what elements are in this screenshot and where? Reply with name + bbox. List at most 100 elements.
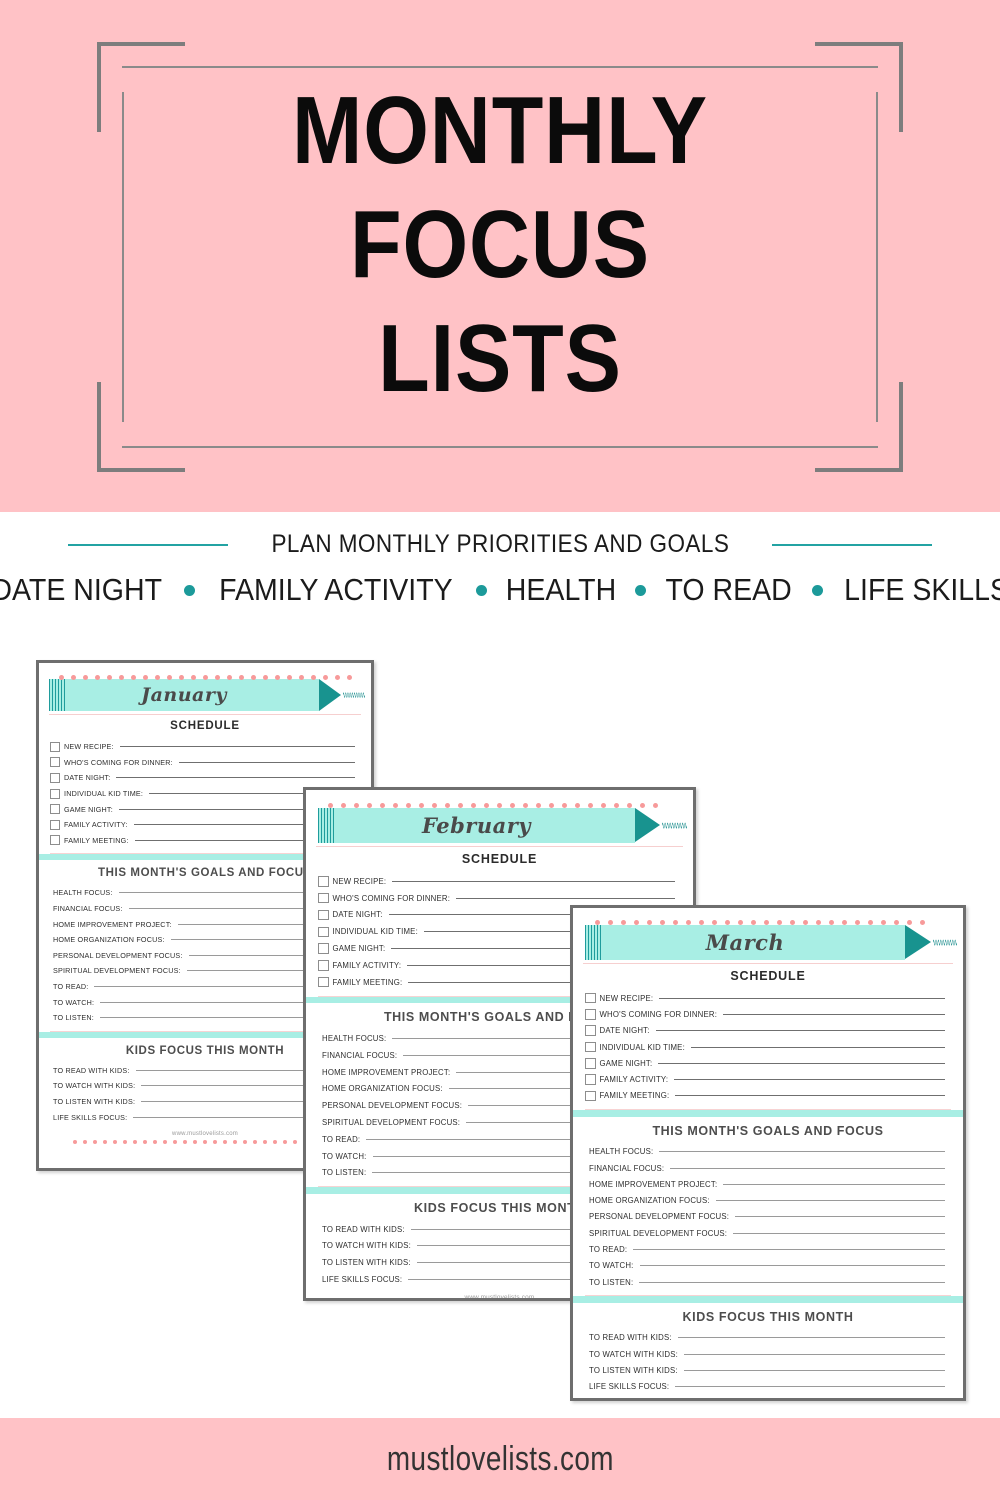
write-in-line[interactable] <box>715 1200 945 1202</box>
write-in-line[interactable] <box>178 761 355 763</box>
goals-field-list: HEALTH FOCUS: FINANCIAL FOCUS: HOME IMPROV… <box>573 1144 963 1291</box>
field-label: TO WATCH WITH KIDS: <box>322 1241 411 1251</box>
write-in-line[interactable] <box>659 997 945 999</box>
focus-row[interactable]: HOME ORGANIZATION FOCUS: <box>589 1192 949 1208</box>
checkbox[interactable] <box>318 960 329 971</box>
checkbox[interactable] <box>50 757 60 768</box>
write-in-line[interactable] <box>639 1281 945 1283</box>
write-in-line[interactable] <box>674 1079 945 1081</box>
field-label: WHO'S COMING FOR DINNER: <box>64 757 173 767</box>
checkbox[interactable] <box>585 992 596 1004</box>
focus-row[interactable]: TO LISTEN: <box>589 1274 949 1290</box>
focus-row[interactable]: TO READ WITH KIDS: <box>589 1330 949 1346</box>
write-in-line[interactable] <box>735 1216 945 1218</box>
decorative-dot-icon <box>113 1139 117 1144</box>
banner-wave-icon <box>662 822 687 829</box>
write-in-line[interactable] <box>683 1369 945 1371</box>
schedule-row[interactable]: WHO'S COMING FOR DINNER: <box>50 755 359 771</box>
field-label: FAMILY ACTIVITY: <box>332 960 402 970</box>
field-label: SPIRITUAL DEVELOPMENT FOCUS: <box>589 1228 728 1238</box>
write-in-line[interactable] <box>639 1265 945 1267</box>
decorative-dot-icon <box>133 1139 137 1144</box>
write-in-line[interactable] <box>659 1151 945 1153</box>
field-label: TO LISTEN WITH KIDS: <box>53 1096 136 1106</box>
planner-card-march[interactable]: March SCHEDULE NEW RECIPE: WHO'S COMING FOR… <box>570 905 966 1401</box>
checkbox[interactable] <box>50 819 60 830</box>
write-in-line[interactable] <box>119 746 355 748</box>
write-in-line[interactable] <box>683 1353 945 1355</box>
checkbox[interactable] <box>318 926 329 938</box>
focus-row[interactable]: LIFE SKILLS FOCUS: <box>589 1379 949 1395</box>
decorative-dot-icon <box>183 1139 187 1144</box>
decorative-dot-icon <box>173 1139 177 1144</box>
write-in-line[interactable] <box>733 1232 945 1234</box>
write-in-line[interactable] <box>456 897 675 899</box>
decorative-dot-icon <box>293 1139 297 1144</box>
field-label: TO READ WITH KIDS: <box>53 1065 130 1075</box>
field-label: LIFE SKILLS FOCUS: <box>322 1275 403 1285</box>
checkbox[interactable] <box>585 1058 596 1069</box>
write-in-line[interactable] <box>116 777 355 779</box>
schedule-row[interactable]: WHO'S COMING FOR DINNER: <box>585 1006 949 1022</box>
checkbox[interactable] <box>318 943 329 954</box>
write-in-line[interactable] <box>670 1167 945 1169</box>
checkbox[interactable] <box>50 835 60 846</box>
schedule-row[interactable]: FAMILY MEETING: <box>585 1088 949 1104</box>
field-label: TO WATCH WITH KIDS: <box>589 1349 678 1359</box>
decorative-dot-icon <box>103 1139 107 1144</box>
checkbox[interactable] <box>318 892 329 904</box>
field-label: DATE NIGHT: <box>599 1026 650 1036</box>
schedule-row[interactable]: NEW RECIPE: <box>585 990 949 1006</box>
checkbox[interactable] <box>585 1025 596 1036</box>
footer-site-label: mustlovelists.com <box>386 1439 614 1478</box>
schedule-row[interactable]: NEW RECIPE: <box>50 739 359 755</box>
kids-field-list: TO READ WITH KIDS: TO WATCH WITH KIDS: TO … <box>573 1330 963 1395</box>
kids-heading: KIDS FOCUS THIS MONTH <box>682 1309 854 1324</box>
decorative-dot-icon <box>203 1139 207 1144</box>
write-in-line[interactable] <box>675 1095 945 1097</box>
write-in-line[interactable] <box>658 1062 945 1064</box>
write-in-line[interactable] <box>677 1337 945 1339</box>
focus-row[interactable]: SPIRITUAL DEVELOPMENT FOCUS: <box>589 1225 949 1241</box>
schedule-row[interactable]: INDIVIDUAL KID TIME: <box>585 1039 949 1055</box>
focus-row[interactable]: TO WATCH: <box>589 1258 949 1274</box>
focus-row[interactable]: TO WATCH WITH KIDS: <box>589 1346 949 1362</box>
focus-row[interactable]: TO LISTEN WITH KIDS: <box>589 1362 949 1378</box>
checkbox[interactable] <box>585 1009 596 1020</box>
focus-row[interactable]: HEALTH FOCUS: <box>589 1144 949 1160</box>
write-in-line[interactable] <box>675 1386 945 1388</box>
write-in-line[interactable] <box>690 1046 945 1048</box>
checkbox[interactable] <box>318 876 329 887</box>
field-label: HOME ORGANIZATION FOCUS: <box>322 1084 443 1094</box>
write-in-line[interactable] <box>723 1183 945 1185</box>
field-label: LIFE SKILLS FOCUS: <box>589 1382 670 1392</box>
checkbox[interactable] <box>318 909 329 921</box>
field-label: PERSONAL DEVELOPMENT FOCUS: <box>589 1212 730 1222</box>
field-label: TO WATCH WITH KIDS: <box>53 1081 136 1091</box>
field-label: TO LISTEN WITH KIDS: <box>589 1365 678 1375</box>
checkbox[interactable] <box>585 1041 596 1053</box>
schedule-row[interactable]: GAME NIGHT: <box>585 1055 949 1071</box>
checkbox[interactable] <box>318 976 329 988</box>
field-label: TO WATCH: <box>589 1261 634 1271</box>
schedule-row[interactable]: DATE NIGHT: <box>50 770 359 786</box>
schedule-row[interactable]: FAMILY ACTIVITY: <box>585 1071 949 1087</box>
write-in-line[interactable] <box>633 1249 945 1250</box>
checkbox[interactable] <box>50 741 60 752</box>
write-in-line[interactable] <box>723 1013 945 1015</box>
focus-row[interactable]: TO READ: <box>589 1241 949 1257</box>
checkbox[interactable] <box>50 772 60 783</box>
write-in-line[interactable] <box>392 880 675 882</box>
checkbox[interactable] <box>50 788 60 799</box>
schedule-row[interactable]: NEW RECIPE: <box>318 873 679 890</box>
focus-row[interactable]: PERSONAL DEVELOPMENT FOCUS: <box>589 1209 949 1225</box>
schedule-row[interactable]: DATE NIGHT: <box>585 1023 949 1039</box>
focus-row[interactable]: FINANCIAL FOCUS: <box>589 1160 949 1176</box>
checkbox[interactable] <box>50 804 60 815</box>
decorative-dot-icon <box>193 1139 197 1144</box>
banner-bottom-rule <box>49 714 361 715</box>
checkbox[interactable] <box>585 1090 596 1102</box>
focus-row[interactable]: HOME IMPROVEMENT PROJECT: <box>589 1176 949 1192</box>
write-in-line[interactable] <box>655 1030 945 1032</box>
checkbox[interactable] <box>585 1074 596 1085</box>
